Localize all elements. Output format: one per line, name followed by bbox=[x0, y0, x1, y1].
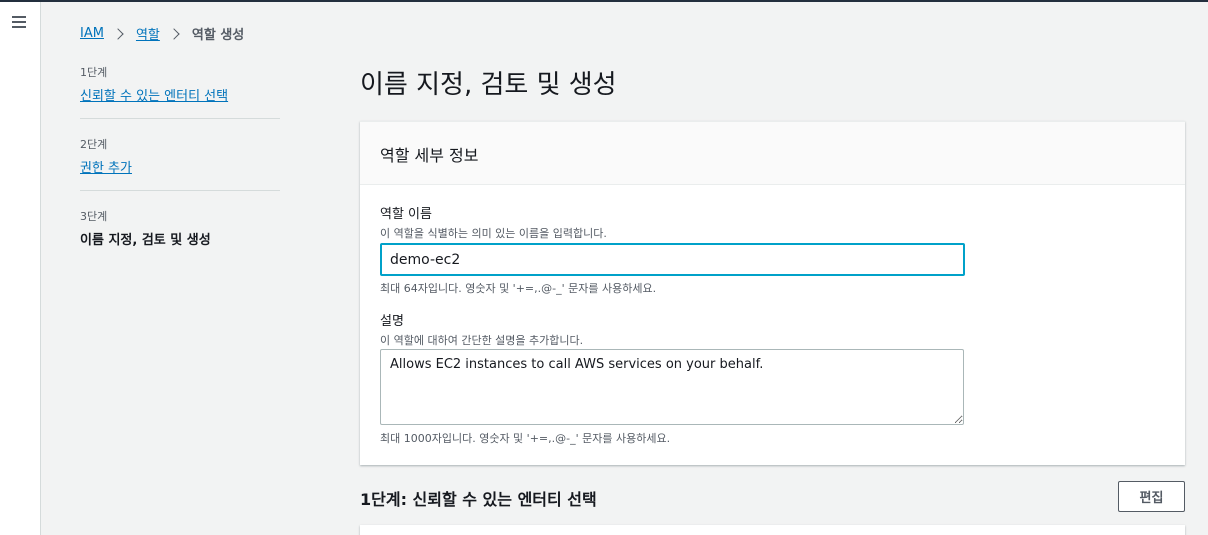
chevron-right-icon bbox=[168, 27, 180, 40]
edit-button[interactable]: 편집 bbox=[1118, 481, 1185, 512]
description-help: 이 역할에 대하여 간단한 설명을 추가합니다. bbox=[380, 334, 584, 347]
panel-header: 역할 세부 정보 bbox=[360, 122, 1185, 185]
step-link-trusted-entity[interactable]: 신뢰할 수 있는 엔터티 선택 bbox=[80, 89, 228, 104]
step-current-label: 이름 지정, 검토 및 생성 bbox=[80, 233, 211, 248]
role-name-input[interactable] bbox=[380, 243, 965, 276]
top-border bbox=[0, 0, 1208, 2]
breadcrumb-roles[interactable]: 역할 bbox=[136, 24, 160, 43]
description-constraint: 최대 1000자입니다. 영숫자 및 '+=,.@-_' 문자를 사용하세요. bbox=[380, 432, 671, 445]
breadcrumb: IAM 역할 역할 생성 bbox=[80, 24, 244, 43]
description-field: 설명 이 역할에 대하여 간단한 설명을 추가합니다. bbox=[380, 310, 583, 348]
step-link-add-permissions[interactable]: 권한 추가 bbox=[80, 161, 132, 176]
trusted-entity-panel bbox=[360, 525, 1185, 535]
role-name-constraint: 최대 64자입니다. 영숫자 및 '+=,.@-_' 문자를 사용하세요. bbox=[380, 282, 657, 295]
step-number: 2단계 bbox=[80, 138, 108, 151]
step-number: 1단계 bbox=[80, 66, 108, 79]
description-textarea[interactable]: Allows EC2 instances to call AWS service… bbox=[380, 349, 964, 425]
breadcrumb-current: 역할 생성 bbox=[191, 28, 245, 43]
chevron-right-icon bbox=[112, 27, 124, 40]
hamburger-menu-icon[interactable] bbox=[12, 16, 26, 28]
role-details-panel: 역할 세부 정보 역할 이름 이 역할을 식별하는 의미 있는 이름을 입력합니… bbox=[360, 121, 1185, 465]
page-title: 이름 지정, 검토 및 생성 bbox=[360, 70, 617, 100]
step-number: 3단계 bbox=[80, 210, 108, 223]
role-name-field: 역할 이름 이 역할을 식별하는 의미 있는 이름을 입력합니다. bbox=[380, 203, 607, 241]
wizard-step-1: 1단계 신뢰할 수 있는 엔터티 선택 bbox=[80, 64, 280, 119]
wizard-steps: 1단계 신뢰할 수 있는 엔터티 선택 2단계 권한 추가 3단계 이름 지정,… bbox=[80, 64, 280, 279]
breadcrumb-iam[interactable]: IAM bbox=[80, 26, 104, 41]
navigation-rail bbox=[0, 2, 41, 535]
role-name-description: 이 역할을 식별하는 의미 있는 이름을 입력합니다. bbox=[380, 227, 607, 240]
description-label: 설명 bbox=[380, 314, 404, 329]
role-name-label: 역할 이름 bbox=[380, 207, 432, 222]
wizard-step-3: 3단계 이름 지정, 검토 및 생성 bbox=[80, 208, 280, 262]
wizard-step-2: 2단계 권한 추가 bbox=[80, 136, 280, 191]
section-title-trusted-entity: 1단계: 신뢰할 수 있는 엔터티 선택 bbox=[360, 490, 597, 509]
